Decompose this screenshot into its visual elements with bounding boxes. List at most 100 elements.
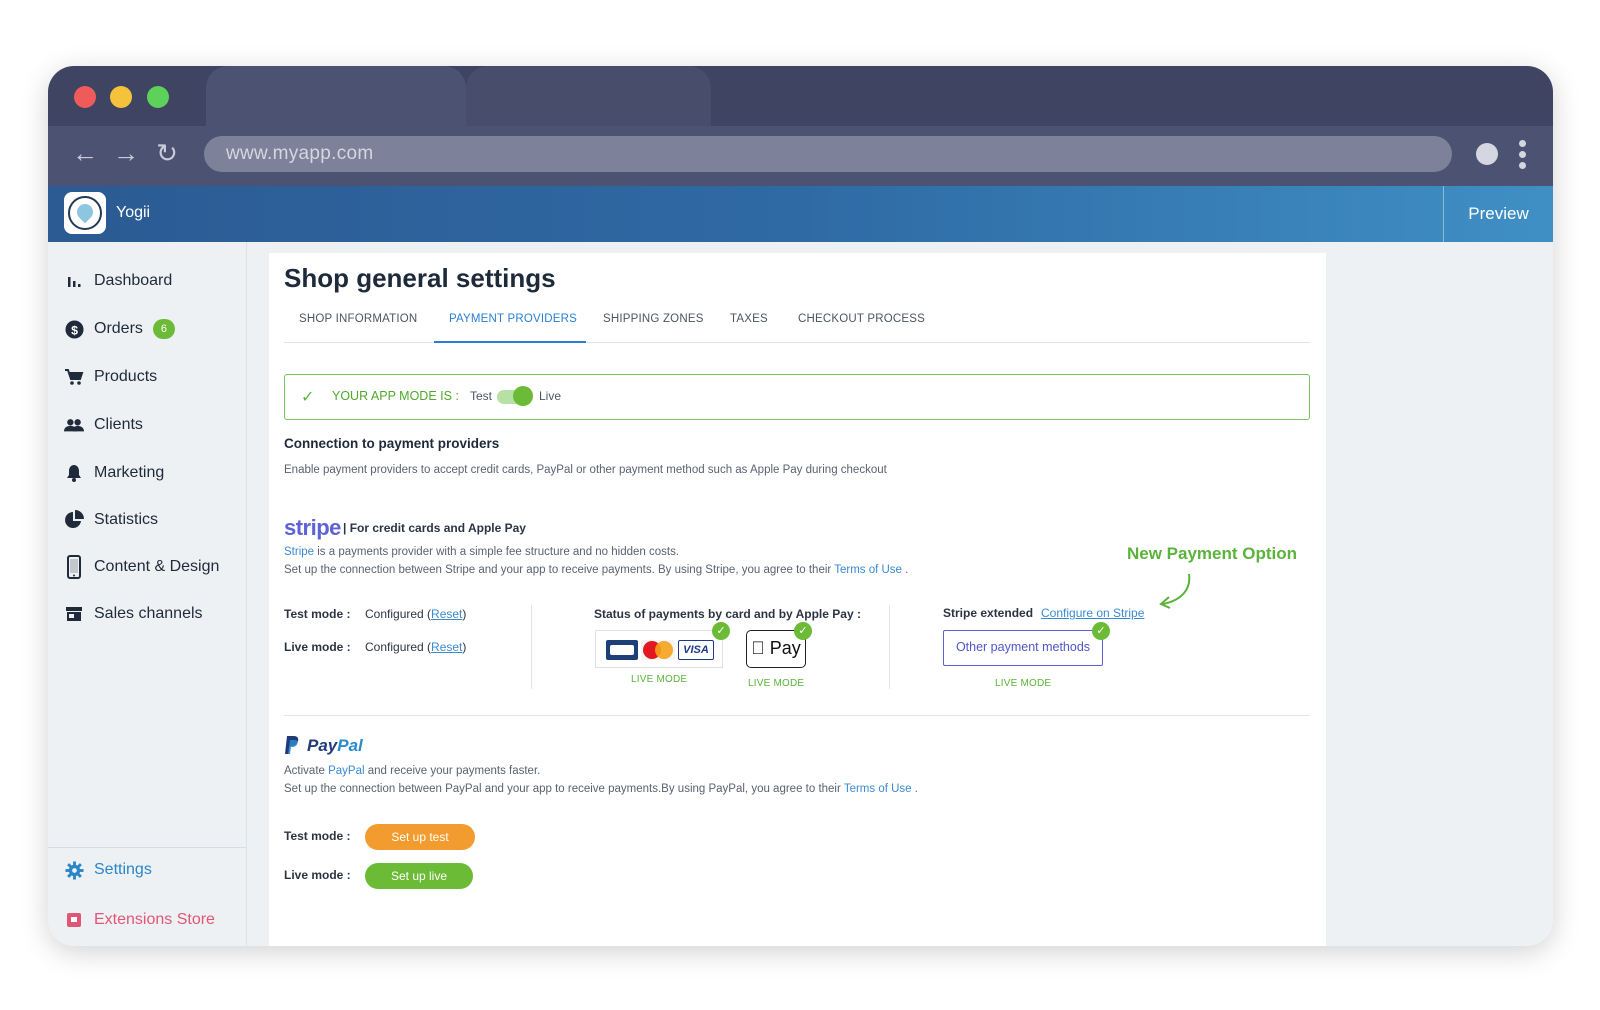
paypal-terms-link[interactable]: Terms of Use xyxy=(844,783,912,795)
active-tab-indicator xyxy=(434,341,586,343)
sidebar-item-orders[interactable]: $ Orders 6 xyxy=(64,314,175,344)
svg-text:$: $ xyxy=(71,323,78,337)
forward-arrow-icon[interactable]: → xyxy=(111,138,141,169)
configured-text: Configured ( xyxy=(365,607,432,621)
paypal-logo-b: Pal xyxy=(337,736,363,755)
stripe-live-mode-value: Configured (Reset) xyxy=(365,640,466,654)
bar-chart-icon xyxy=(64,271,84,291)
sidebar-item-extensions-store[interactable]: Extensions Store xyxy=(64,905,215,935)
mode-live-label: Live xyxy=(539,389,562,403)
section-divider xyxy=(284,715,1310,716)
connection-title: Connection to payment providers xyxy=(284,436,500,451)
sidebar-item-sales-channels[interactable]: Sales channels xyxy=(64,599,203,629)
stripe-terms-line: Set up the connection between Stripe and… xyxy=(284,564,908,576)
app-mode-label: YOUR APP MODE IS : xyxy=(332,389,459,403)
orders-count-badge: 6 xyxy=(152,319,175,339)
paypal-logo-a: Pay xyxy=(307,736,338,755)
browser-nav-row: ← → ↻ www.myapp.com xyxy=(48,126,1553,186)
apple-pay-ok-check-icon: ✓ xyxy=(794,622,812,640)
sidebar-item-settings[interactable]: Settings xyxy=(64,855,152,885)
close-window-button[interactable] xyxy=(74,86,96,108)
configured-close: ) xyxy=(462,607,467,621)
tab-taxes[interactable]: TAXES xyxy=(730,313,768,325)
paypal-logo: PayPal xyxy=(307,736,363,756)
tab-shop-information[interactable]: SHOP INFORMATION xyxy=(299,313,417,325)
sidebar-item-clients[interactable]: Clients xyxy=(64,410,143,440)
app-logo[interactable] xyxy=(64,192,106,234)
tab-checkout-process[interactable]: CHECKOUT PROCESS xyxy=(798,313,925,325)
preview-button[interactable]: Preview xyxy=(1443,186,1553,242)
phone-icon xyxy=(64,555,84,579)
browser-titlebar: ← → ↻ www.myapp.com xyxy=(48,66,1553,186)
mode-test-label: Test xyxy=(470,389,493,403)
paypal-terms-text: Set up the connection between PayPal and… xyxy=(284,783,844,795)
card-ok-check-icon: ✓ xyxy=(712,622,730,640)
apple-pay-text: Pay xyxy=(760,638,801,658)
sidebar-item-statistics[interactable]: Statistics xyxy=(64,505,158,535)
paypal-test-mode-key: Test mode : xyxy=(284,829,351,843)
profile-icon[interactable] xyxy=(1476,143,1498,165)
connection-description: Enable payment providers to accept credi… xyxy=(284,464,887,476)
sidebar-item-label: Dashboard xyxy=(94,272,173,289)
minimize-window-button[interactable] xyxy=(110,86,132,108)
sidebar-item-products[interactable]: Products xyxy=(64,362,157,392)
paypal-description: Activate PayPal and receive your payment… xyxy=(284,765,540,777)
extensions-icon xyxy=(64,910,84,930)
sidebar-item-content-design[interactable]: Content & Design xyxy=(64,552,219,582)
sidebar-divider xyxy=(48,847,247,848)
app-header: Yogii Preview xyxy=(48,186,1553,242)
dollar-icon: $ xyxy=(64,319,84,339)
settings-panel: Shop general settings SHOP INFORMATION P… xyxy=(269,253,1326,946)
tab-payment-providers[interactable]: PAYMENT PROVIDERS xyxy=(449,313,577,325)
browser-tab-active[interactable] xyxy=(206,66,466,126)
callout-arrow-icon xyxy=(1159,573,1191,609)
reload-icon[interactable]: ↻ xyxy=(152,138,182,169)
apple-logo-icon:  xyxy=(751,638,765,658)
stripe-description: Stripe is a payments provider with a sim… xyxy=(284,546,679,558)
gear-icon xyxy=(64,860,84,880)
new-payment-option-callout: New Payment Option xyxy=(1127,544,1298,563)
visa-card-icon: VISA xyxy=(678,640,714,660)
column-divider xyxy=(889,605,890,689)
pie-chart-icon xyxy=(64,510,84,530)
stripe-test-reset-link[interactable]: Reset xyxy=(431,607,462,621)
stripe-terms-link[interactable]: Terms of Use xyxy=(834,564,902,576)
card-brands-badge: VISA xyxy=(595,630,723,668)
paypal-terms-end: . xyxy=(911,783,918,795)
stripe-test-mode-value: Configured (Reset) xyxy=(365,607,466,621)
kebab-menu-icon[interactable] xyxy=(1519,140,1527,173)
sidebar: Dashboard $ Orders 6 Products Clients Ma… xyxy=(48,242,247,946)
sidebar-item-dashboard[interactable]: Dashboard xyxy=(64,266,172,296)
browser-tab[interactable] xyxy=(466,66,711,126)
apple-pay-live-mode-label: LIVE MODE xyxy=(748,678,805,689)
stripe-description-text: is a payments provider with a simple fee… xyxy=(314,546,680,558)
configure-on-stripe-link[interactable]: Configure on Stripe xyxy=(1041,606,1144,620)
other-payment-methods-button[interactable]: Other payment methods xyxy=(943,630,1103,666)
people-icon xyxy=(64,415,84,435)
stripe-link[interactable]: Stripe xyxy=(284,546,314,558)
sidebar-item-marketing[interactable]: Marketing xyxy=(64,458,164,488)
sidebar-item-label: Marketing xyxy=(94,464,165,481)
paypal-logo-icon xyxy=(285,736,299,754)
stripe-extended-label: Stripe extended xyxy=(943,606,1034,620)
set-up-test-mode-button[interactable]: Set up test mode xyxy=(365,824,475,870)
stripe-live-reset-link[interactable]: Reset xyxy=(431,640,462,654)
set-up-live-mode-button[interactable]: Set up live mode xyxy=(365,863,473,909)
paypal-link[interactable]: PayPal xyxy=(328,765,364,777)
card-live-mode-label: LIVE MODE xyxy=(631,674,688,685)
mode-toggle-knob[interactable] xyxy=(513,386,533,406)
tab-shipping-zones[interactable]: SHIPPING ZONES xyxy=(603,313,704,325)
stripe-tagline: | For credit cards and Apple Pay xyxy=(343,521,526,535)
sidebar-item-label: Content & Design xyxy=(94,558,220,575)
stripe-logo: stripe xyxy=(284,515,341,540)
sidebar-item-label: Statistics xyxy=(94,511,159,528)
page-title: Shop general settings xyxy=(284,263,556,293)
cb-card-icon xyxy=(606,640,638,660)
app-mode-banner: ✓ YOUR APP MODE IS : Test Live xyxy=(284,374,1310,420)
url-bar[interactable]: www.myapp.com xyxy=(204,136,1452,172)
maximize-window-button[interactable] xyxy=(147,86,169,108)
app-name: Yogii xyxy=(116,204,151,221)
back-arrow-icon[interactable]: ← xyxy=(70,138,100,169)
configured-close: ) xyxy=(462,640,467,654)
browser-window: ← → ↻ www.myapp.com Yogii Preview Dashbo… xyxy=(48,66,1553,946)
